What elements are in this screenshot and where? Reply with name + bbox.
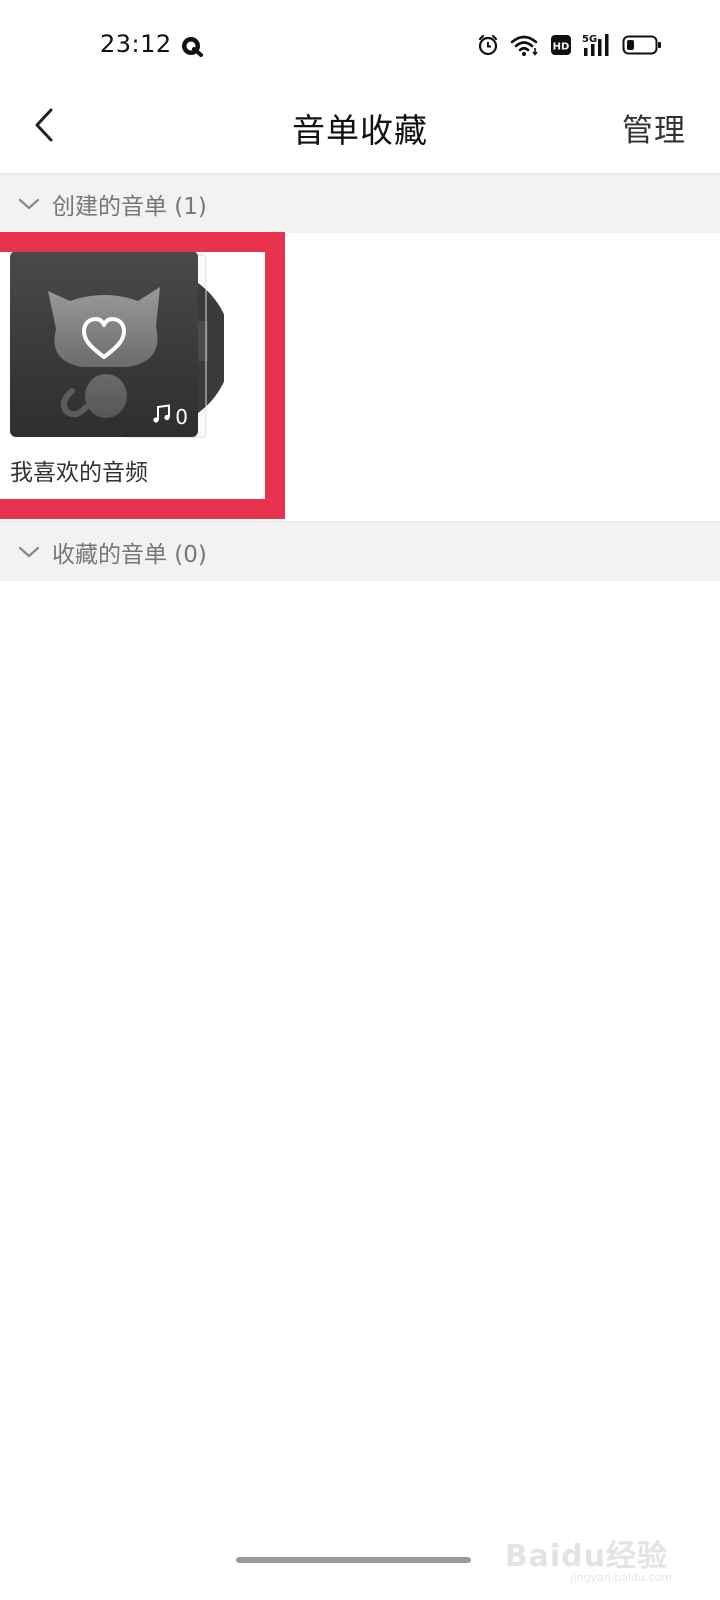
music-note-icon: [152, 404, 172, 429]
battery-icon: [622, 34, 662, 56]
section-created-label: 创建的音单 (1): [52, 193, 207, 220]
track-count: 0: [152, 404, 188, 429]
hd-icon: HD: [550, 34, 572, 56]
signal-5g-icon: 5G: [582, 32, 612, 58]
wifi-icon: [510, 33, 540, 57]
nav-bar: 音单收藏 管理: [0, 90, 720, 174]
track-count-value: 0: [175, 404, 188, 429]
q-app-icon: [180, 34, 204, 58]
app-screen: 23:12 HD 5G 音单收藏 管理 创建的音单 (1) 0 我喜欢的音频 收…: [0, 0, 720, 1600]
playlist-name: 我喜欢的音频: [10, 460, 148, 486]
status-bar: 23:12 HD 5G: [0, 0, 720, 90]
section-created-header[interactable]: 创建的音单 (1): [0, 173, 720, 233]
status-icons: HD 5G: [476, 31, 662, 59]
playlist-cover: 0: [10, 251, 198, 437]
alarm-icon: [476, 33, 500, 57]
watermark-sub: jingyan.baidu.com: [570, 1571, 672, 1584]
section-collected-label: 收藏的音单 (0): [52, 541, 207, 568]
home-indicator[interactable]: [236, 1557, 471, 1563]
page-title: 音单收藏: [292, 111, 428, 150]
watermark: Baidu经验: [504, 1539, 668, 1574]
chevron-down-icon: [18, 193, 40, 215]
chevron-down-icon: [18, 541, 40, 563]
status-time: 23:12: [100, 30, 172, 58]
section-collected-header[interactable]: 收藏的音单 (0): [0, 521, 720, 581]
manage-button[interactable]: 管理: [622, 105, 686, 150]
playlist-card[interactable]: 0 我喜欢的音频: [0, 250, 265, 500]
svg-text:5G: 5G: [582, 34, 597, 45]
svg-text:HD: HD: [553, 42, 570, 53]
